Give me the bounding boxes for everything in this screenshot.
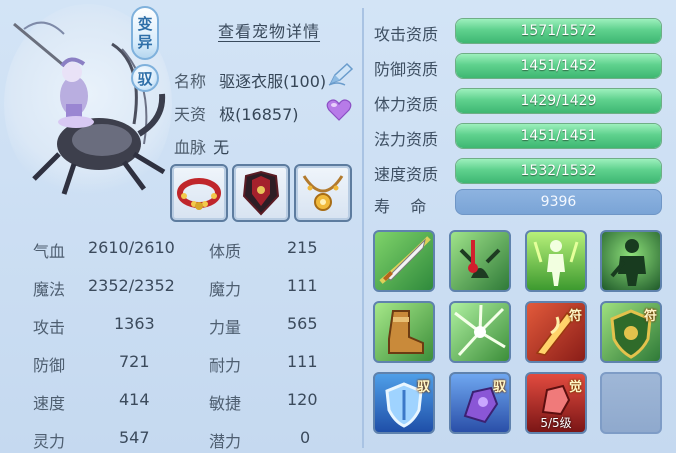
- stat-attack-value: 1363: [114, 314, 155, 333]
- stat-speed-label: 速度: [33, 394, 66, 413]
- stat-attack-label: 攻击: [33, 318, 66, 337]
- skill-talisman-tag-2: 符: [643, 309, 657, 324]
- aptitude-mana-bar: 1451/1451: [455, 123, 662, 149]
- attr-agility-label: 敏捷: [209, 394, 242, 413]
- life-bar: 9396: [455, 189, 662, 215]
- aptitude-speed-value: 1532/1532: [520, 163, 597, 179]
- skill-slot-5[interactable]: [373, 301, 435, 363]
- skill-slot-11[interactable]: 觉 5/5级: [525, 372, 587, 434]
- stat-mp-label: 魔法: [33, 280, 66, 299]
- stat-mp-value: 2352/2352: [88, 276, 175, 295]
- armor-icon: [242, 170, 280, 216]
- aptitude-defense-bar: 1451/1452: [455, 53, 662, 79]
- variant-badge: 变 异: [131, 6, 159, 60]
- stat-hp-label: 气血: [33, 242, 66, 261]
- pet-name-row: 名称 驱逐衣服(100): [174, 68, 326, 92]
- light-burst-icon: [454, 304, 506, 357]
- skill-slot-1[interactable]: [373, 230, 435, 292]
- pet-talent-row: 天资 极(16857): [174, 101, 299, 125]
- life-label: 寿 命: [374, 197, 427, 216]
- skill-slot-7[interactable]: 符: [525, 301, 587, 363]
- aptitude-stamina-value: 1429/1429: [520, 93, 597, 109]
- attr-magic-value: 111: [287, 276, 318, 295]
- stat-speed-value: 414: [119, 390, 150, 409]
- aptitude-stamina-label: 体力资质: [374, 95, 439, 114]
- heart-icon[interactable]: [326, 98, 352, 126]
- skill-talisman-tag: 符: [568, 309, 582, 324]
- pet-bloodline-label: 血脉: [174, 138, 207, 157]
- skill-slot-4[interactable]: [600, 230, 662, 292]
- sword-slash-icon: [379, 236, 431, 284]
- attr-endurance-value: 111: [287, 352, 318, 371]
- aptitude-mana-value: 1451/1451: [520, 128, 597, 144]
- attr-strength-label: 力量: [209, 318, 242, 337]
- pet-bloodline-value: 无: [213, 138, 230, 157]
- necklace-icon: [302, 175, 344, 211]
- skill-slot-2[interactable]: [449, 230, 511, 292]
- stat-spirit-value: 547: [119, 428, 150, 447]
- skill-drive-tag-2: 驭: [492, 380, 506, 395]
- pet-talent-label: 天资: [174, 105, 207, 124]
- attr-agility-value: 120: [287, 390, 318, 409]
- stat-defense-label: 防御: [33, 356, 66, 375]
- life-value: 9396: [540, 194, 577, 210]
- pet-bloodline-row: 血脉 无: [174, 134, 229, 158]
- aptitude-attack-label: 攻击资质: [374, 25, 439, 44]
- skill-slot-10[interactable]: 驭: [449, 372, 511, 434]
- attr-endurance-label: 耐力: [209, 356, 242, 375]
- equipment-slot-armor[interactable]: [232, 164, 290, 222]
- attr-potential-value: 0: [300, 428, 311, 447]
- pet-talent-value: 极(16857): [219, 105, 299, 124]
- pet-info-panel: 变 异 驭 查看宠物详情 名称 驱逐衣服(100) 天资 极(16857) 血脉…: [0, 0, 676, 453]
- variant-badge-char-2: 异: [137, 33, 153, 51]
- aptitude-attack-value: 1571/1572: [520, 23, 597, 39]
- aptitude-mana-label: 法力资质: [374, 130, 439, 149]
- aptitude-defense-value: 1451/1452: [520, 58, 597, 74]
- skill-slot-6[interactable]: [449, 301, 511, 363]
- aptitude-speed-bar: 1532/1532: [455, 158, 662, 184]
- drive-badge: 驭: [131, 64, 159, 92]
- stat-spirit-label: 灵力: [33, 432, 66, 451]
- equipment-slot-collar[interactable]: [170, 164, 228, 222]
- attr-magic-label: 魔力: [209, 280, 242, 299]
- panel-divider: [362, 8, 364, 448]
- aptitude-speed-label: 速度资质: [374, 165, 439, 184]
- warrior-silhouette-icon: [610, 239, 646, 286]
- aptitude-attack-bar: 1571/1572: [455, 18, 662, 44]
- skill-slot-empty[interactable]: [600, 372, 662, 434]
- attr-constitution-value: 215: [287, 238, 318, 257]
- blood-drain-icon: [459, 240, 501, 278]
- stat-defense-value: 721: [119, 352, 150, 371]
- aura-figure-icon: [533, 240, 579, 286]
- collar-icon: [177, 178, 221, 210]
- skill-drive-tag: 驭: [416, 380, 430, 395]
- equipment-slot-necklace[interactable]: [294, 164, 352, 222]
- attr-strength-value: 565: [287, 314, 318, 333]
- view-pet-details-link[interactable]: 查看宠物详情: [218, 18, 320, 42]
- skill-awaken-level: 5/5级: [540, 416, 572, 430]
- drive-badge-label: 驭: [137, 69, 153, 88]
- aptitude-stamina-bar: 1429/1429: [455, 88, 662, 114]
- pet-name-value: 驱逐衣服(100): [219, 72, 327, 91]
- skill-slot-8[interactable]: 符: [600, 301, 662, 363]
- variant-badge-char-1: 变: [137, 15, 153, 33]
- pet-name-label: 名称: [174, 72, 207, 91]
- skill-slot-3[interactable]: [525, 230, 587, 292]
- aptitude-defense-label: 防御资质: [374, 60, 439, 79]
- attr-potential-label: 潜力: [209, 432, 242, 451]
- stat-hp-value: 2610/2610: [88, 238, 175, 257]
- edit-name-icon[interactable]: [327, 61, 355, 91]
- attr-constitution-label: 体质: [209, 242, 242, 261]
- skill-awaken-tag: 觉: [568, 380, 582, 395]
- skill-slot-9[interactable]: 驭: [373, 372, 435, 434]
- boot-icon: [388, 310, 424, 354]
